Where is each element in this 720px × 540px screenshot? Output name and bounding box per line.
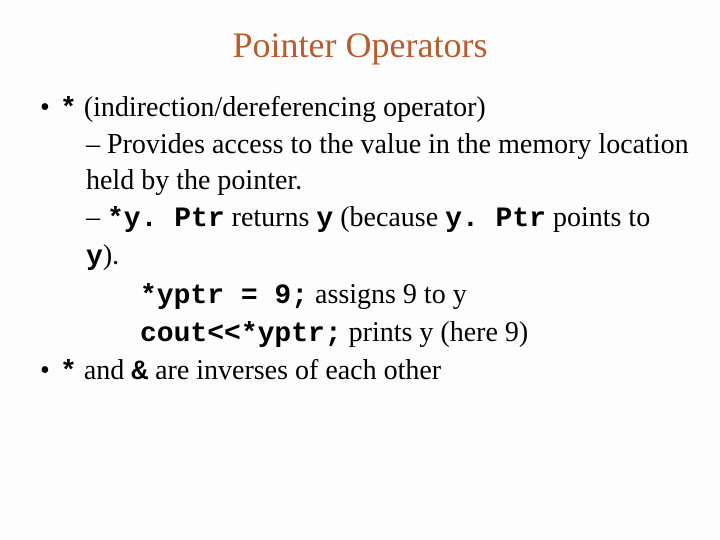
bullet-text: (indirection/dereferencing operator): [77, 92, 486, 123]
code-yptr2: y. Ptr: [445, 204, 546, 235]
bullet-dot-icon: •: [40, 353, 60, 388]
slide: Pointer Operators •* (indirection/derefe…: [0, 0, 720, 540]
code-y: y: [316, 204, 333, 235]
text-assign: assigns 9 to y: [308, 279, 467, 310]
code-star-yptr: *y. Ptr: [107, 204, 225, 235]
amp-symbol: &: [131, 357, 148, 388]
text-because: (because: [333, 202, 445, 233]
text-cout: prints y (here 9): [342, 317, 529, 348]
code-cout: cout<<*yptr;: [140, 319, 342, 350]
sub-yptr-returns: – *y. Ptr returns y (because y. Ptr poin…: [86, 200, 690, 277]
text-returns: returns: [225, 202, 317, 233]
text-points-to: points to: [546, 202, 650, 233]
sub-provides-access: – Provides access to the value in the me…: [86, 127, 690, 200]
star-symbol2: *: [60, 357, 77, 388]
text-inverses: are inverses of each other: [148, 355, 441, 386]
text-end: ).: [103, 240, 119, 271]
sub-text: Provides access to the value in the memo…: [86, 129, 689, 196]
dash-icon: –: [86, 129, 107, 160]
example-assign: *yptr = 9; assigns 9 to y: [140, 277, 690, 315]
code-y2: y: [86, 242, 103, 273]
bullet-dot-icon: •: [40, 90, 60, 125]
slide-title: Pointer Operators: [30, 24, 690, 66]
bullet-inverses: •* and & are inverses of each other: [40, 353, 690, 390]
example-cout: cout<<*yptr; prints y (here 9): [140, 315, 690, 353]
code-assign: *yptr = 9;: [140, 281, 308, 312]
dash-icon: –: [86, 202, 107, 233]
bullet-indirection: •* (indirection/dereferencing operator): [40, 90, 690, 127]
text-and: and: [77, 355, 131, 386]
star-symbol: *: [60, 94, 77, 125]
